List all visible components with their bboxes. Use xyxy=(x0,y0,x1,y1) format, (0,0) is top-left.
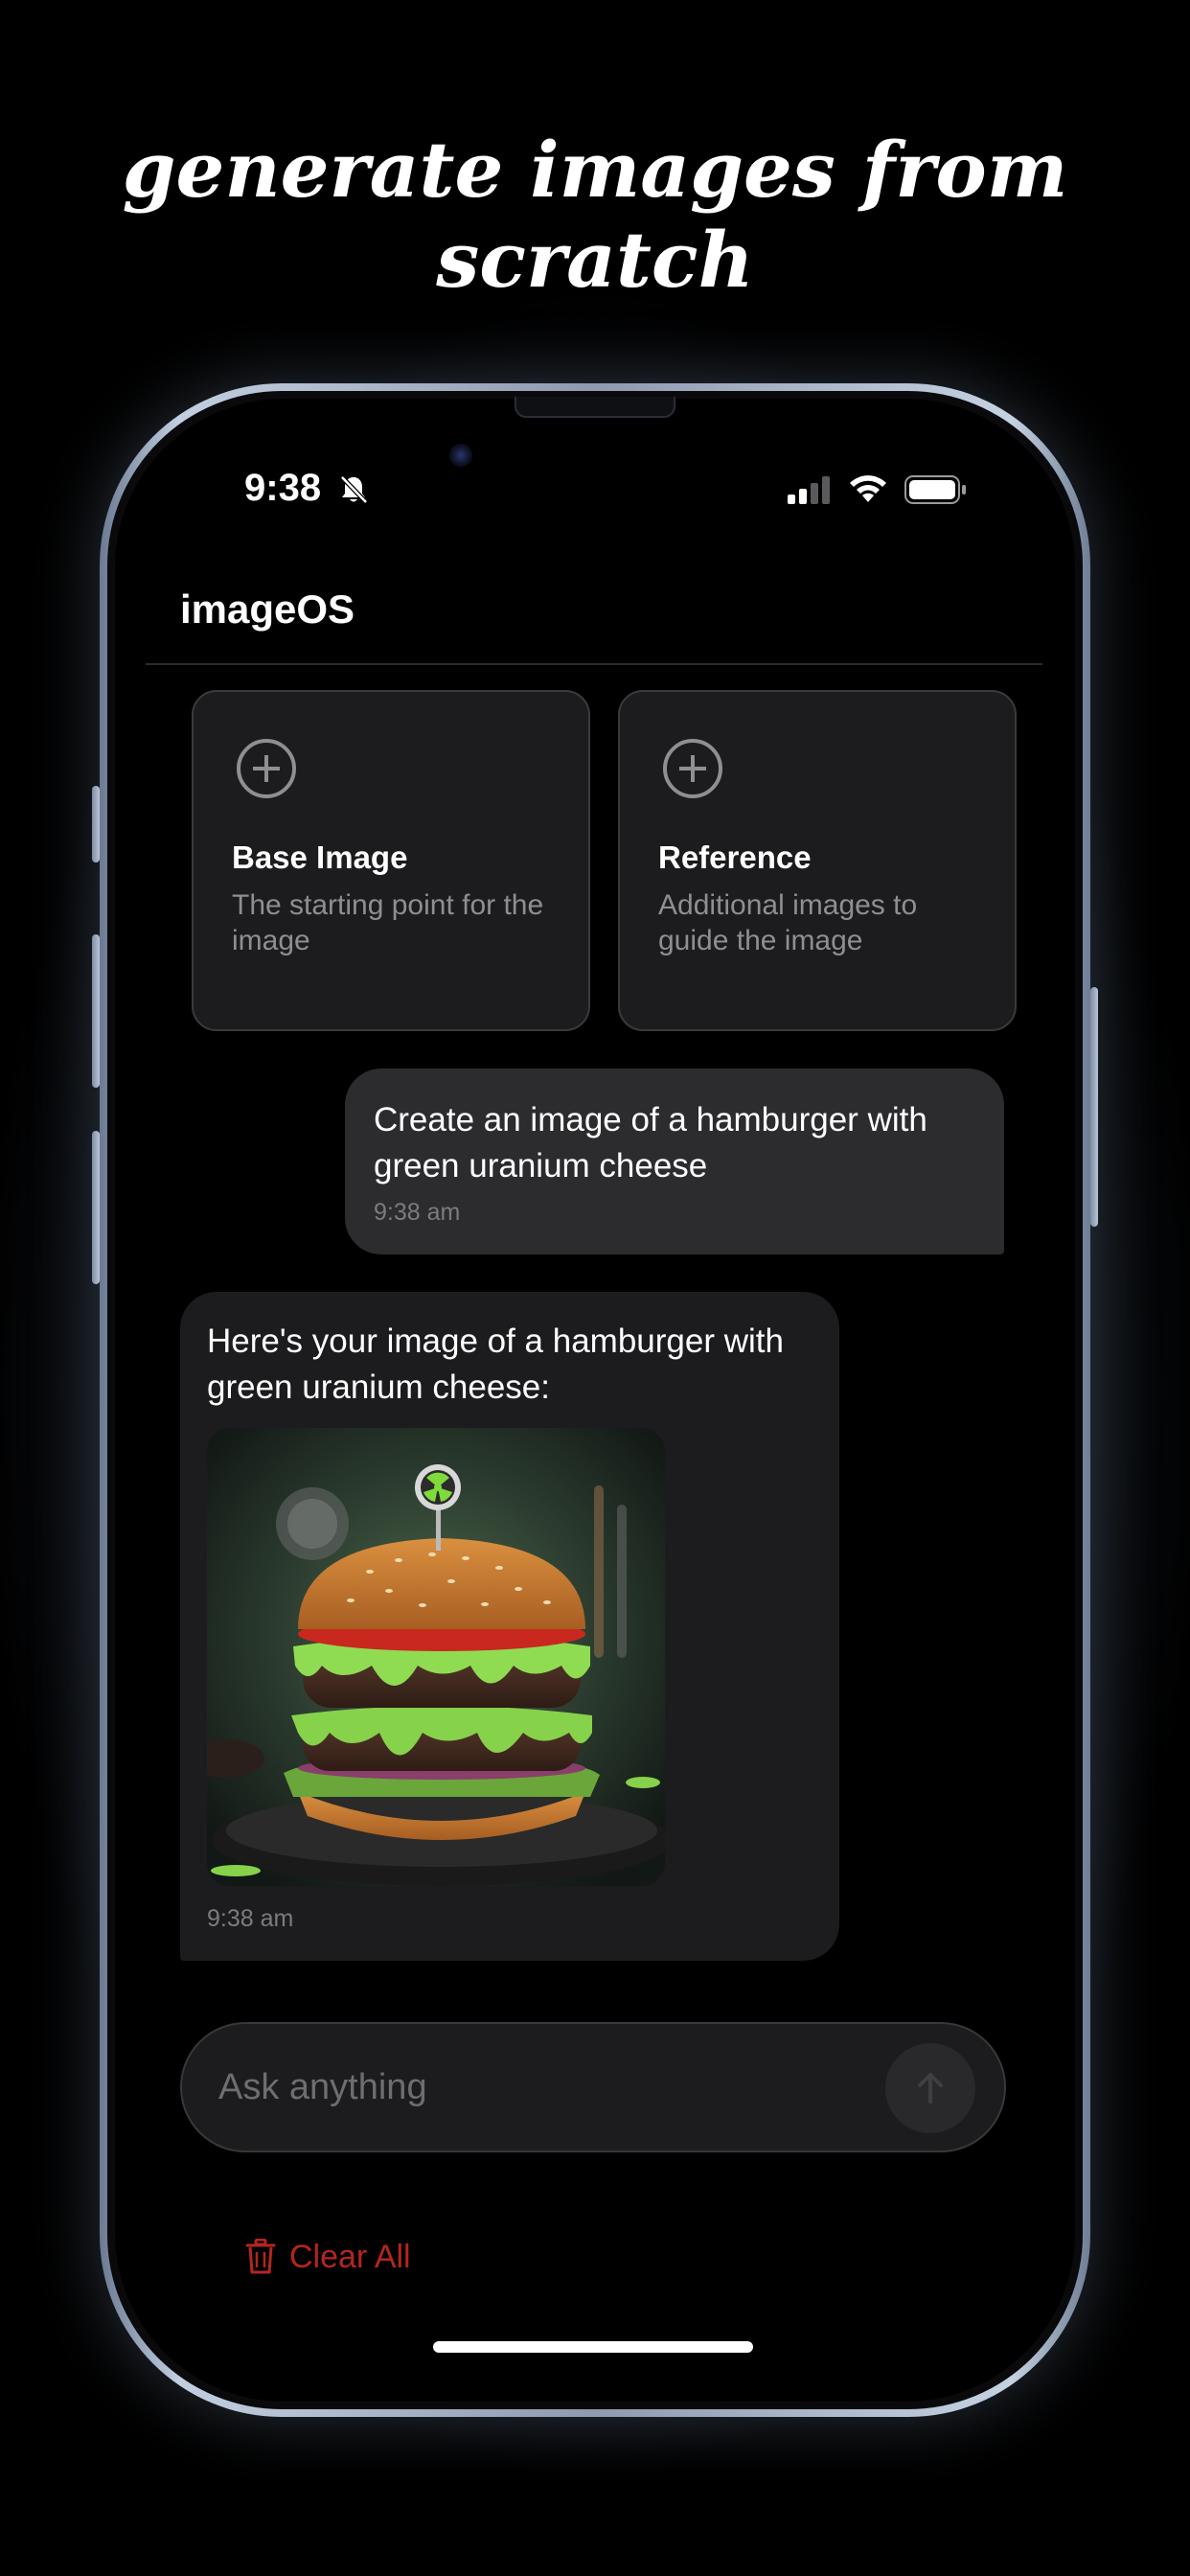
assistant-message-bubble: Here's your image of a hamburger with gr… xyxy=(180,1292,839,1961)
chat-input[interactable] xyxy=(218,2053,851,2122)
app-title: imageOS xyxy=(180,586,355,632)
hamburger-illustration xyxy=(207,1428,665,1886)
clear-all-button[interactable]: Clear All xyxy=(245,2233,411,2281)
volume-up-button xyxy=(92,934,100,1088)
arrow-up-icon xyxy=(918,2073,943,2104)
action-button xyxy=(92,786,100,862)
reference-card[interactable]: Reference Additional images to guide the… xyxy=(618,690,1017,1031)
status-time: 9:38 xyxy=(244,467,322,509)
card-title: Reference xyxy=(658,840,812,875)
home-indicator[interactable] xyxy=(433,2341,753,2353)
clear-all-label: Clear All xyxy=(289,2238,411,2275)
message-text: Here's your image of a hamburger with gr… xyxy=(207,1322,784,1406)
plus-circle-icon xyxy=(663,739,722,798)
base-image-card[interactable]: Base Image The starting point for the im… xyxy=(192,690,590,1031)
signal-icon xyxy=(788,476,830,504)
card-description: The starting point for the image xyxy=(232,889,544,956)
volume-down-button xyxy=(92,1131,100,1284)
chat-input-bar xyxy=(180,2022,1006,2152)
front-camera xyxy=(449,444,472,467)
wifi-icon xyxy=(850,475,886,502)
generated-image[interactable] xyxy=(207,1428,665,1886)
send-button[interactable] xyxy=(885,2043,975,2133)
battery-icon xyxy=(904,475,966,504)
user-message-bubble: Create an image of a hamburger with gree… xyxy=(345,1069,1004,1254)
message-timestamp: 9:38 am xyxy=(207,1905,294,1932)
card-description: Additional images to guide the image xyxy=(658,889,918,956)
power-button xyxy=(1090,987,1098,1227)
plus-circle-icon xyxy=(237,739,296,798)
headline: generate images from scratch xyxy=(122,125,1068,305)
card-title: Base Image xyxy=(232,840,408,875)
earpiece-speaker xyxy=(515,397,675,418)
trash-icon xyxy=(245,2239,276,2274)
bell-slash-icon xyxy=(340,475,368,504)
message-text: Create an image of a hamburger with gree… xyxy=(374,1101,927,1184)
header-divider xyxy=(146,663,1042,665)
message-timestamp: 9:38 am xyxy=(374,1199,461,1226)
